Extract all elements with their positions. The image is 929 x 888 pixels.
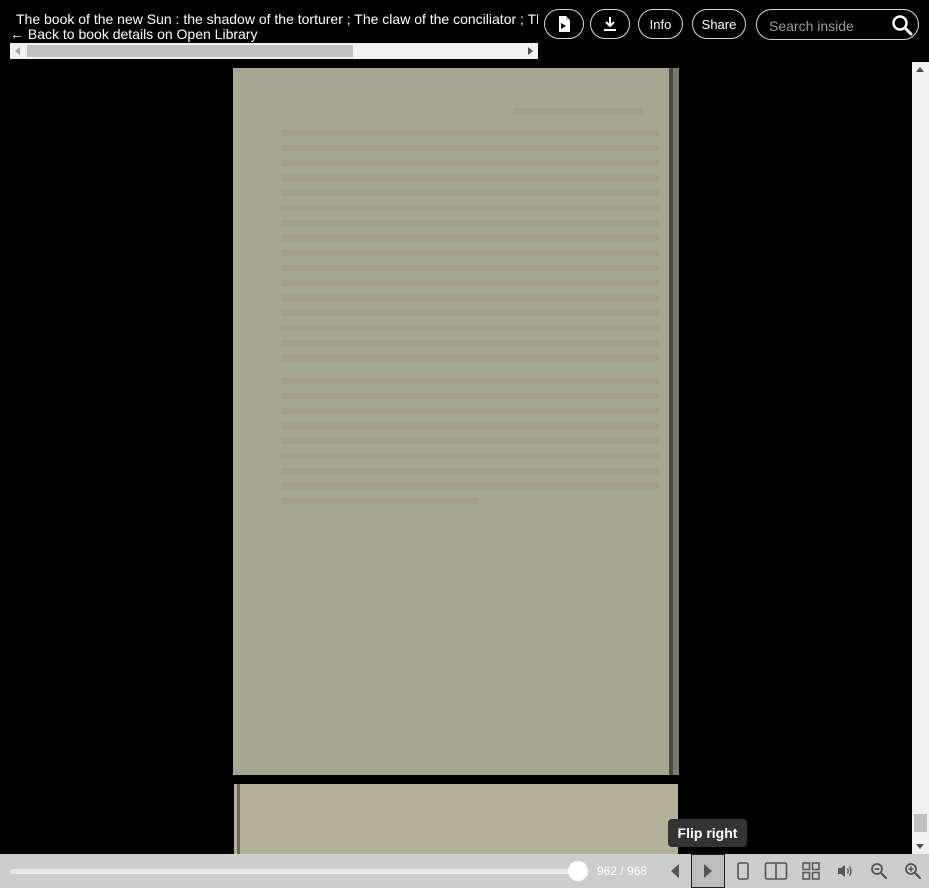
flip-right-tooltip: Flip right [668,819,747,847]
flip-right-icon [704,864,712,878]
vertical-scrollbar-thumb[interactable] [914,814,927,832]
thumbnail-view-icon [802,862,820,880]
book-page-next[interactable] [234,784,678,854]
search-icon[interactable] [891,14,913,36]
search-inside-input[interactable] [767,14,889,37]
one-page-view-button[interactable] [726,854,760,888]
read-aloud-icon [838,865,852,877]
back-to-book-details-link[interactable]: ← Back to book details on Open Library [10,26,257,43]
zoom-out-icon [871,863,888,880]
two-page-view-icon [764,862,788,880]
header: The book of the new Sun : the shadow of … [0,0,929,62]
thumbnail-view-button[interactable] [794,854,828,888]
page-slider-handle[interactable] [568,861,588,881]
scroll-left-arrow-icon[interactable] [15,47,20,55]
vertical-scrollbar[interactable] [912,62,929,854]
horizontal-scrollbar[interactable] [10,43,538,59]
scrollbar-thumb[interactable] [27,45,353,57]
two-page-view-button[interactable] [759,854,793,888]
search-inside-box[interactable] [756,9,919,40]
scroll-down-arrow-icon[interactable] [916,844,924,849]
scroll-up-arrow-icon[interactable] [916,67,924,72]
book-title: The book of the new Sun : the shadow of … [16,11,538,27]
flip-left-icon [671,864,679,878]
page-slider-track[interactable] [10,869,578,874]
zoom-out-button[interactable] [862,854,896,888]
share-button[interactable]: Share [692,9,746,39]
pdf-icon [559,16,570,32]
scroll-right-arrow-icon[interactable] [528,47,533,55]
flip-left-button[interactable] [658,854,692,888]
zoom-in-button[interactable] [896,854,929,888]
download-button[interactable] [590,9,630,39]
download-icon [604,17,616,31]
read-aloud-button[interactable] [828,854,862,888]
info-button[interactable]: Info [638,9,683,39]
zoom-in-icon [904,863,921,880]
flip-right-button[interactable] [691,854,725,888]
book-page-left[interactable] [233,68,679,775]
pdf-button[interactable] [544,9,584,39]
page-count: 962 / 968 [597,864,648,878]
one-page-view-icon [737,862,749,880]
